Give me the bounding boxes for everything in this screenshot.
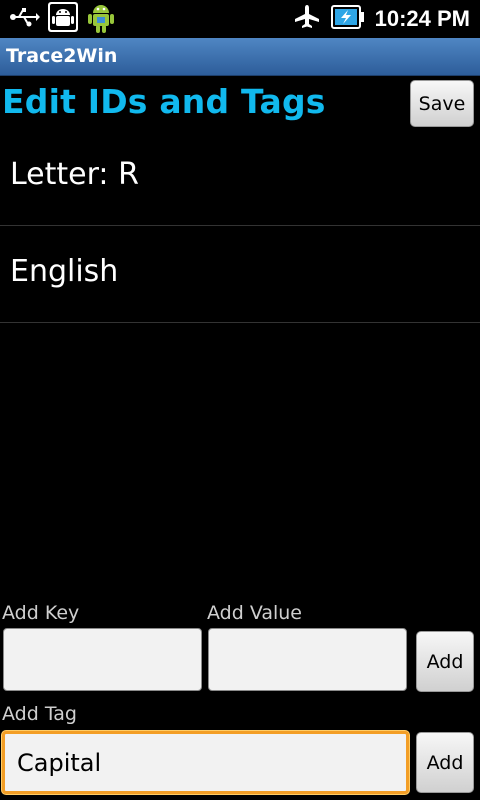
add-tag-input[interactable]: Capital [2, 731, 409, 794]
android-debug-icon [48, 2, 78, 36]
add-tag-button[interactable]: Add [416, 732, 474, 793]
list-item[interactable]: English [0, 226, 480, 323]
add-value-input[interactable] [208, 628, 407, 691]
add-key-input[interactable] [3, 628, 202, 691]
clock: 10:24 PM [374, 6, 470, 31]
airplane-mode-icon [293, 4, 321, 34]
add-value-label: Add Value [207, 602, 302, 624]
android-market-icon [86, 0, 116, 38]
add-tag-label: Add Tag [2, 703, 77, 725]
list-item-label: Letter: R [10, 157, 139, 192]
app-title: Trace2Win [6, 45, 118, 67]
list-item-label: English [10, 254, 119, 289]
add-key-label: Add Key [2, 602, 80, 624]
list-item[interactable]: Letter: R [0, 129, 480, 226]
status-bar: 10:24 PM [0, 0, 480, 38]
page-title: Edit IDs and Tags [2, 82, 326, 121]
app-title-bar: Trace2Win [0, 38, 480, 76]
usb-icon [10, 6, 40, 32]
battery-charging-icon [330, 4, 365, 34]
add-key-value-button[interactable]: Add [416, 631, 474, 692]
save-button[interactable]: Save [410, 80, 474, 127]
